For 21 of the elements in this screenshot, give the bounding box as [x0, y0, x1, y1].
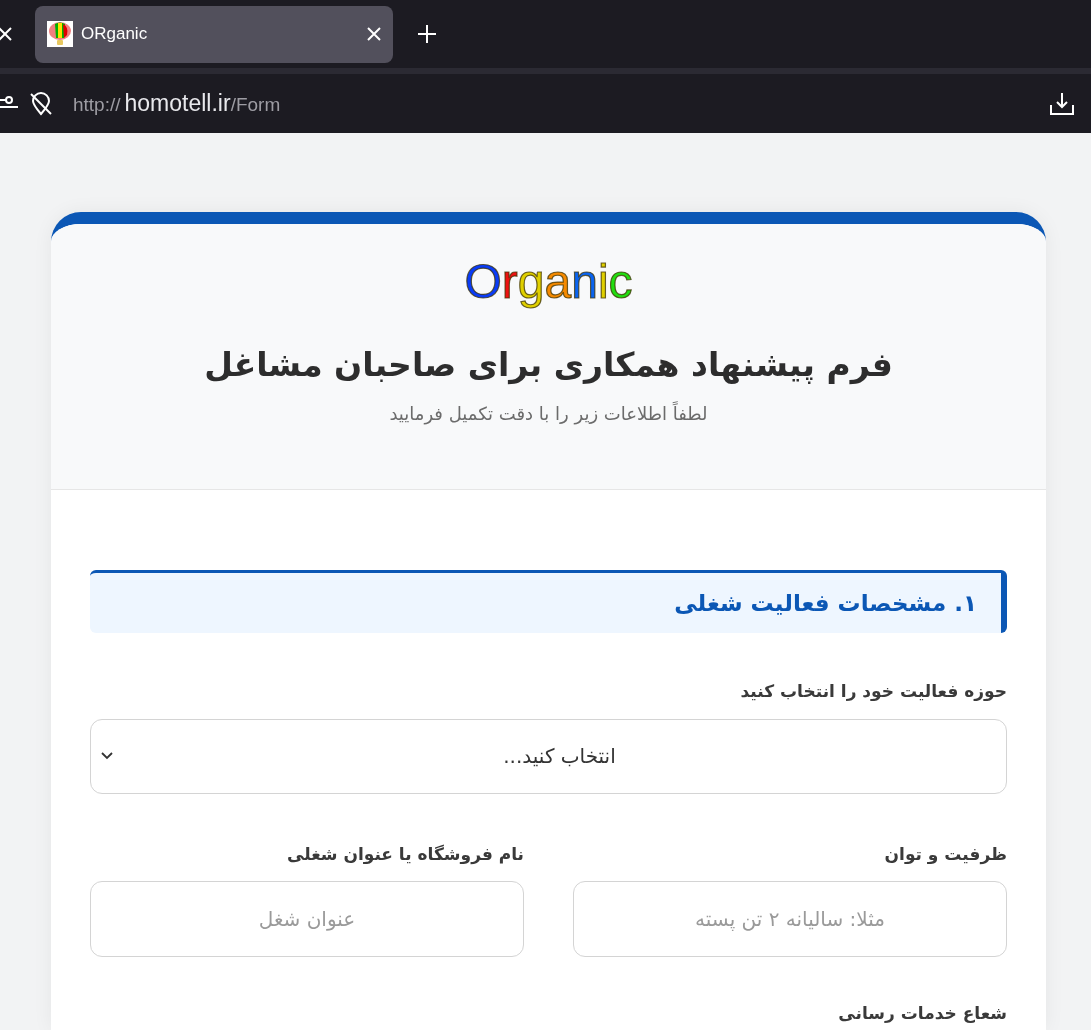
plus-icon[interactable] — [417, 24, 437, 44]
section-heading: ۱. مشخصات فعالیت شغلی — [90, 570, 1007, 633]
input-field[interactable]: عنوان شغل — [90, 881, 524, 957]
balloon-icon — [47, 21, 73, 47]
input-field[interactable]: مثلا: سالیانه ۲ تن پسته — [573, 881, 1007, 957]
field-label: شعاع خدمات رسانی — [837, 1002, 1007, 1025]
close-icon[interactable] — [367, 27, 381, 41]
form-subtitle: لطفاً اطلاعات زیر را با دقت تکمیل فرمایید — [389, 400, 708, 427]
chevron-down-icon — [101, 752, 113, 760]
field-label: حوزه فعالیت خود را انتخاب کنید — [739, 680, 1007, 703]
field-label: نام فروشگاه یا عنوان شغلی — [286, 842, 524, 867]
url-text[interactable]: http:// homotell.ir/Form — [73, 86, 1049, 121]
organic-logo: Organic — [464, 254, 633, 310]
form-title: فرم پیشنهاد همکاری برای صاحبان مشاغل — [204, 344, 893, 387]
browser-tab[interactable]: ORganic — [35, 5, 393, 63]
close-icon[interactable] — [0, 27, 12, 41]
download-icon[interactable] — [1049, 90, 1075, 117]
select-field[interactable]: انتخاب کنید... — [90, 718, 1007, 794]
field-label: ظرفیت و توان — [883, 842, 1007, 867]
tab-title: ORganic — [81, 23, 149, 46]
location-off-icon[interactable] — [28, 90, 54, 117]
